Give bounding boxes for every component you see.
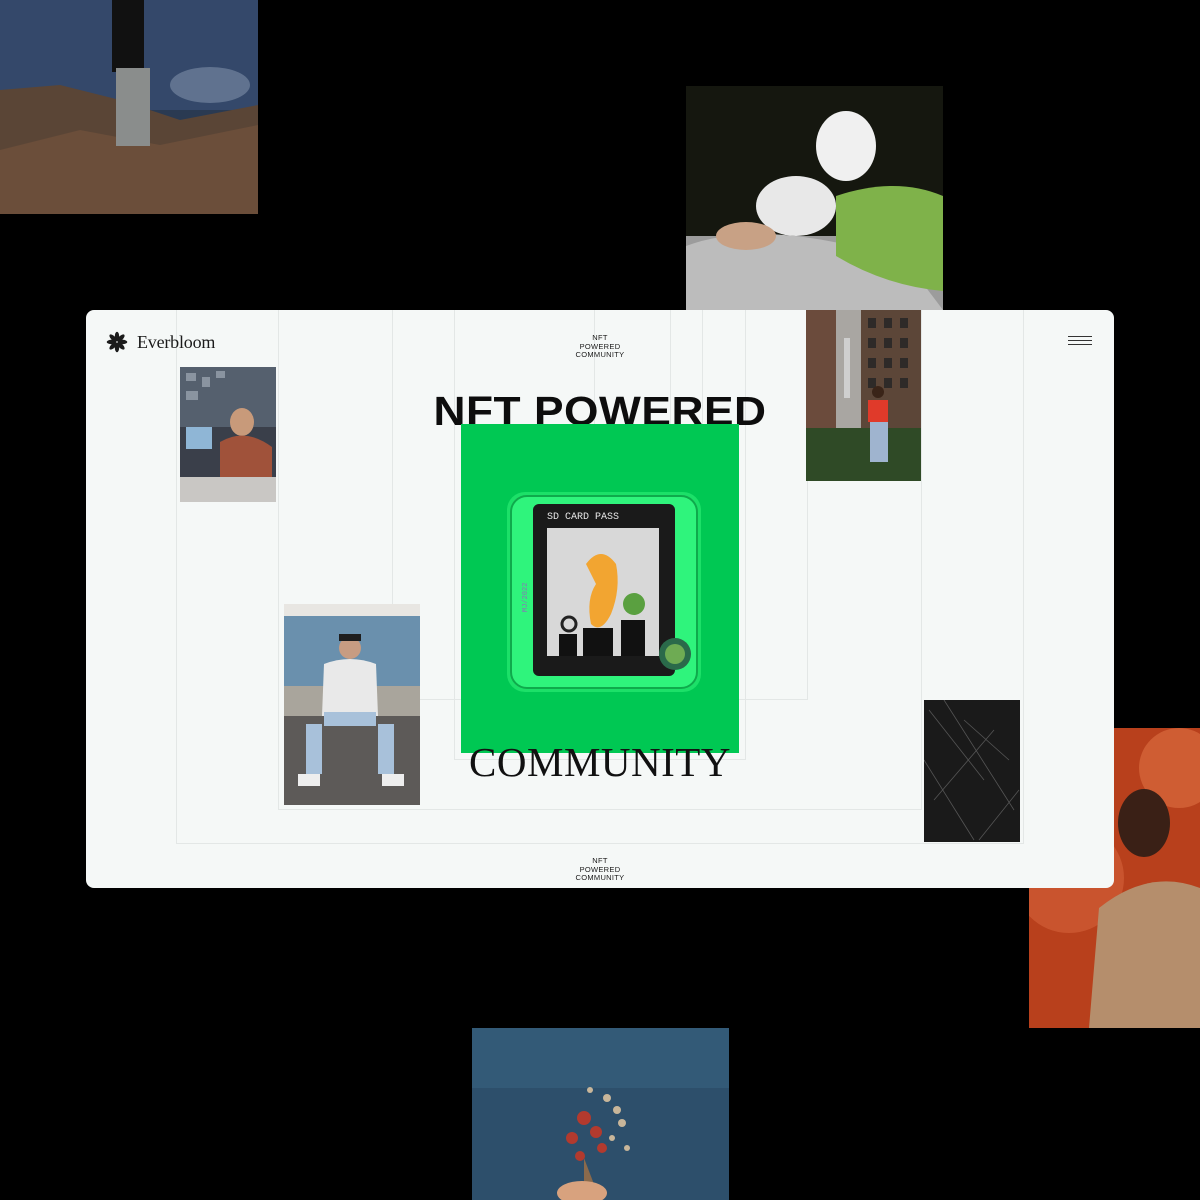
bg-photo-sleeping: [686, 86, 943, 310]
bg-photo-mountain: [0, 0, 258, 214]
photo-studio: [180, 367, 276, 502]
tagline-line: COMMUNITY: [575, 873, 625, 882]
tagline-line: COMMUNITY: [575, 350, 625, 359]
flower-logo-icon: [106, 331, 128, 353]
photo-dark-texture: [924, 700, 1020, 842]
website-window: Everbloom NFT POWERED COMMUNITY NFT POWE…: [86, 310, 1114, 888]
nft-card-panel: SD CARD PASS MJ/2022: [461, 424, 739, 753]
sd-card-label: SD CARD PASS: [547, 512, 619, 523]
header-tagline: NFT POWERED COMMUNITY: [550, 333, 650, 360]
hero-subtitle: COMMUNITY: [469, 739, 731, 785]
sd-card-side-text: MJ/2022: [522, 583, 530, 612]
brand-logo[interactable]: Everbloom: [106, 331, 215, 353]
sd-card-pass-image: SD CARD PASS MJ/2022: [507, 492, 701, 692]
footer-tagline: NFT POWERED COMMUNITY: [550, 856, 650, 883]
bg-photo-flowers: [472, 1028, 729, 1200]
brand-name: Everbloom: [137, 331, 216, 352]
hamburger-menu-button[interactable]: [1068, 336, 1092, 348]
